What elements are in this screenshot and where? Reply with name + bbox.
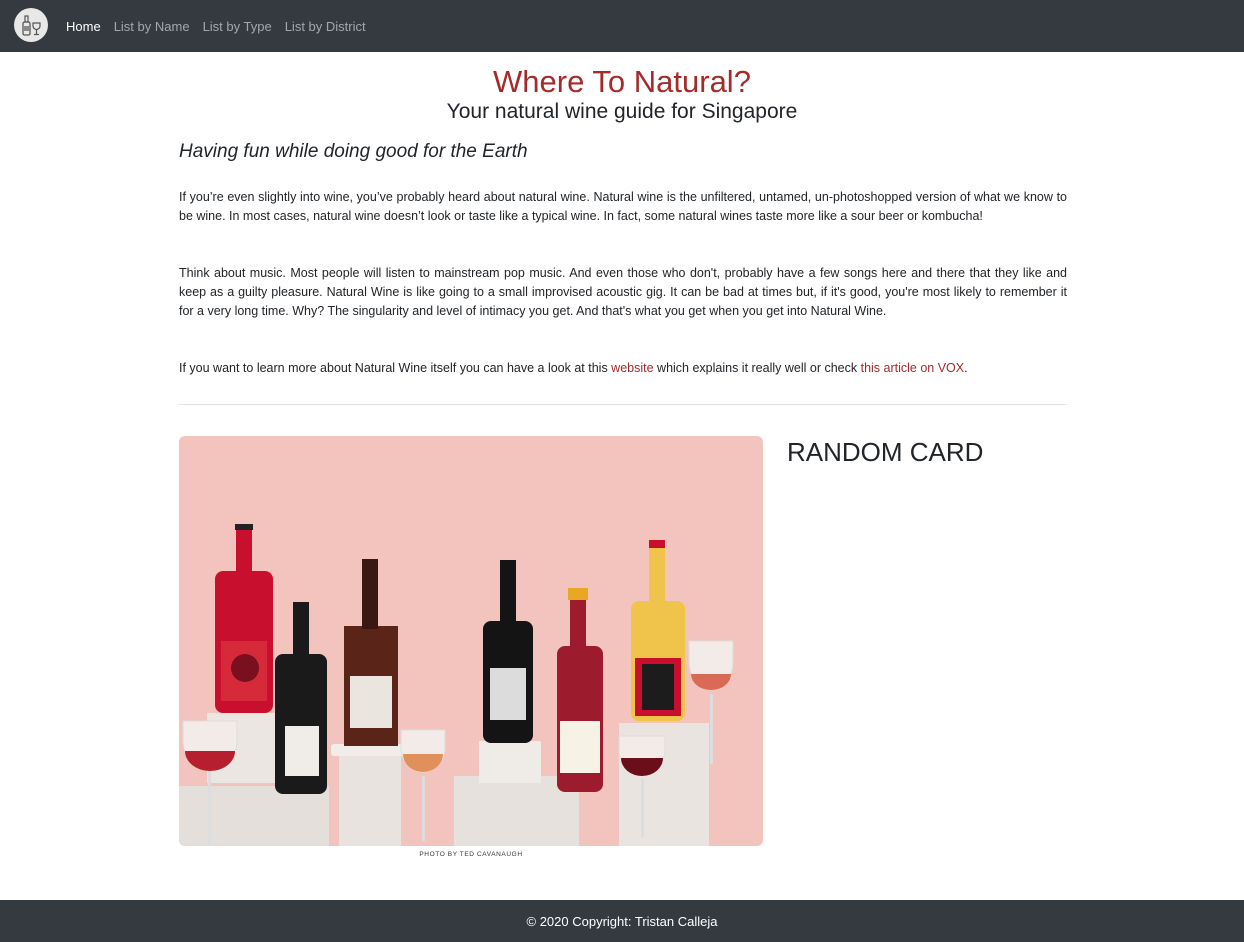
section-divider <box>179 404 1067 405</box>
nav-links: Home List by Name List by Type List by D… <box>66 0 379 52</box>
page-footer: © 2020 Copyright: Tristan Calleja <box>0 900 1244 942</box>
intro-paragraph-3: If you want to learn more about Natural … <box>179 359 1067 378</box>
nav-link-list-by-name[interactable]: List by Name <box>114 19 190 34</box>
p3-text-after: . <box>964 361 968 375</box>
website-link[interactable]: website <box>611 361 653 375</box>
footer-copyright: © 2020 Copyright: Tristan Calleja <box>526 913 718 929</box>
site-subtitle: Your natural wine guide for Singapore <box>446 100 798 123</box>
vox-article-link[interactable]: this article on VOX <box>861 361 965 375</box>
wine-bottles-photo <box>179 436 763 846</box>
random-card-heading: RANDOM CARD <box>787 437 984 467</box>
nav-link-list-by-type[interactable]: List by Type <box>203 19 272 34</box>
nav-link-list-by-district[interactable]: List by District <box>285 19 366 34</box>
p3-text-before: If you want to learn more about Natural … <box>179 361 612 375</box>
photo-caption: PHOTO BY TED CAVANAUGH <box>419 851 523 858</box>
p3-text-middle: which explains it really well or check <box>653 361 861 375</box>
top-navbar: Home List by Name List by Type List by D… <box>0 0 1244 52</box>
intro-paragraph-1: If you’re even slightly into wine, you’v… <box>179 190 1067 223</box>
intro-tagline: Having fun while doing good for the Eart… <box>179 141 528 162</box>
wine-logo-icon[interactable] <box>14 8 48 42</box>
page-header: Where To Natural? Your natural wine guid… <box>0 64 1244 124</box>
intro-section: Having fun while doing good for the Eart… <box>179 140 1067 375</box>
site-title: Where To Natural? <box>493 64 751 99</box>
nav-link-home[interactable]: Home <box>66 19 101 34</box>
intro-paragraph-2: Think about music. Most people will list… <box>179 266 1067 318</box>
